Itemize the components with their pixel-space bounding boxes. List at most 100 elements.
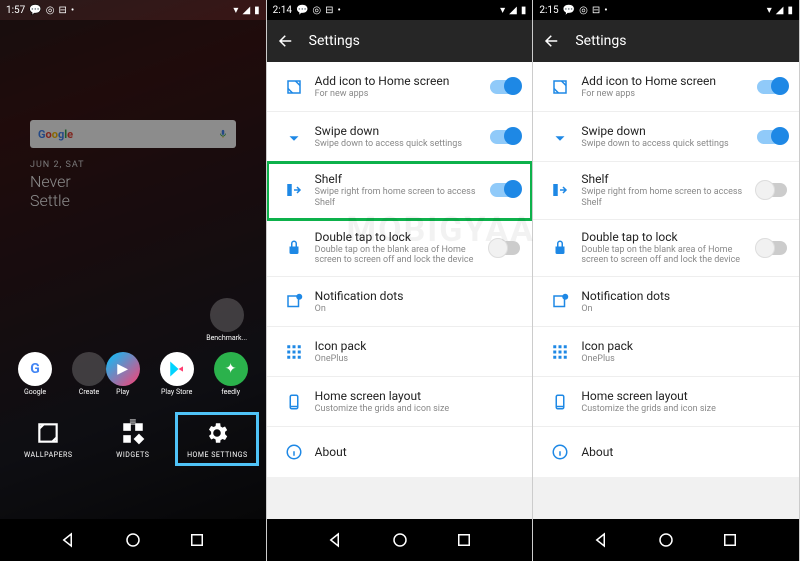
toggle-addicon[interactable] — [490, 80, 520, 94]
toggle-swipedown[interactable] — [490, 130, 520, 144]
signal-icon: ◢ — [776, 5, 784, 16]
nav-home[interactable] — [657, 531, 675, 549]
clock: 1:57 — [6, 5, 25, 16]
wifi-icon: ▾ — [767, 5, 772, 16]
home-settings-button[interactable]: HOME SETTINGS — [182, 419, 252, 459]
addicon-icon — [543, 78, 577, 96]
settings-row-swipedown[interactable]: Swipe downSwipe down to access quick set… — [267, 112, 533, 162]
row-subtitle: For new apps — [315, 89, 491, 100]
settings-row-swipedown[interactable]: Swipe downSwipe down to access quick set… — [533, 112, 799, 162]
settings-row-shelf[interactable]: ShelfSwipe right from home screen to acc… — [267, 162, 533, 220]
about-icon — [543, 443, 577, 461]
signal-icon: ◢ — [509, 5, 517, 16]
nav-home[interactable] — [391, 531, 409, 549]
app-play[interactable]: ▶Play — [102, 352, 144, 396]
row-title: About — [315, 445, 521, 459]
row-subtitle: Swipe right from home screen to access S… — [581, 187, 757, 209]
iconpack-icon — [543, 343, 577, 361]
settings-row-iconpack[interactable]: Icon packOnePlus — [267, 327, 533, 377]
toggle-doubletap[interactable] — [757, 241, 787, 255]
nav-back[interactable] — [60, 531, 78, 549]
row-title: Double tap to lock — [315, 230, 491, 244]
settings-list: Add icon to Home screenFor new appsSwipe… — [533, 62, 799, 477]
row-subtitle: Swipe right from home screen to access S… — [315, 187, 491, 209]
homelayout-icon — [277, 393, 311, 411]
folder-benchmark[interactable]: Benchmark... — [206, 298, 248, 342]
phone-home-screen: 1:57💬◎⊟• ▾◢▮ Google JUN 2, SAT NeverSett… — [0, 0, 267, 561]
app-google[interactable]: GGoogle — [14, 352, 56, 396]
row-title: Shelf — [581, 172, 757, 186]
settings-row-about[interactable]: About — [533, 427, 799, 477]
app-feedly[interactable]: ✦feedly — [210, 352, 252, 396]
settings-row-iconpack[interactable]: Icon packOnePlus — [533, 327, 799, 377]
nav-bar — [533, 519, 799, 561]
nav-recent[interactable] — [455, 531, 473, 549]
settings-title: Settings — [575, 33, 626, 49]
nav-back[interactable] — [593, 531, 611, 549]
row-subtitle: On — [581, 304, 787, 315]
row-subtitle: Customize the grids and icon size — [315, 404, 521, 415]
toggle-shelf[interactable] — [490, 183, 520, 197]
nav-home[interactable] — [124, 531, 142, 549]
back-arrow-icon[interactable] — [277, 32, 295, 50]
swipedown-icon — [277, 128, 311, 146]
nav-bar — [267, 519, 533, 561]
row-subtitle: Swipe down to access quick settings — [315, 139, 491, 150]
row-title: Double tap to lock — [581, 230, 757, 244]
row-subtitle: OnePlus — [315, 354, 521, 365]
settings-row-addicon[interactable]: Add icon to Home screenFor new apps — [267, 62, 533, 112]
nav-recent[interactable] — [188, 531, 206, 549]
settings-row-homelayout[interactable]: Home screen layoutCustomize the grids an… — [533, 377, 799, 427]
row-title: Swipe down — [315, 124, 491, 138]
settings-header: Settings — [533, 20, 799, 62]
clock: 2:14 — [273, 5, 292, 16]
addicon-icon — [277, 78, 311, 96]
widgets-button[interactable]: WIDGETS — [98, 419, 168, 459]
settings-row-about[interactable]: About — [267, 427, 533, 477]
row-subtitle: Swipe down to access quick settings — [581, 139, 757, 150]
settings-row-doubletap[interactable]: Double tap to lockDouble tap on the blan… — [533, 220, 799, 278]
battery-icon: ▮ — [254, 5, 260, 16]
shelf-icon — [543, 181, 577, 199]
settings-row-shelf[interactable]: ShelfSwipe right from home screen to acc… — [533, 162, 799, 220]
row-title: Icon pack — [315, 339, 521, 353]
shelf-icon — [277, 181, 311, 199]
chat-icon: 💬 — [296, 5, 308, 16]
chat-icon: 💬 — [563, 5, 575, 16]
settings-title: Settings — [309, 33, 360, 49]
settings-row-notifdots[interactable]: Notification dotsOn — [267, 277, 533, 327]
about-icon — [277, 443, 311, 461]
settings-row-homelayout[interactable]: Home screen layoutCustomize the grids an… — [267, 377, 533, 427]
row-title: Shelf — [315, 172, 491, 186]
settings-header: Settings — [267, 20, 533, 62]
toggle-shelf[interactable] — [757, 183, 787, 197]
row-subtitle: On — [315, 304, 521, 315]
toggle-doubletap[interactable] — [490, 241, 520, 255]
signal-icon: ◢ — [242, 5, 250, 16]
settings-row-doubletap[interactable]: Double tap to lockDouble tap on the blan… — [267, 220, 533, 278]
iconpack-icon — [277, 343, 311, 361]
settings-row-notifdots[interactable]: Notification dotsOn — [533, 277, 799, 327]
settings-list: Add icon to Home screenFor new appsSwipe… — [267, 62, 533, 477]
row-subtitle: Customize the grids and icon size — [581, 404, 787, 415]
toggle-swipedown[interactable] — [757, 130, 787, 144]
nav-back[interactable] — [327, 531, 345, 549]
row-subtitle: OnePlus — [581, 354, 787, 365]
row-title: About — [581, 445, 787, 459]
notifdots-icon — [543, 293, 577, 311]
chat-icon: 💬 — [29, 5, 41, 16]
row-subtitle: Double tap on the blank area of Home scr… — [315, 245, 491, 267]
camera-icon: ◎ — [46, 5, 55, 16]
nav-recent[interactable] — [721, 531, 739, 549]
more-icon: • — [338, 5, 341, 16]
row-title: Add icon to Home screen — [581, 74, 757, 88]
app-play-store[interactable]: Play Store — [156, 352, 198, 396]
row-title: Icon pack — [581, 339, 787, 353]
toggle-addicon[interactable] — [757, 80, 787, 94]
wallpapers-button[interactable]: WALLPAPERS — [13, 419, 83, 459]
battery-icon: ▮ — [788, 5, 794, 16]
notifdots-icon — [277, 293, 311, 311]
homelayout-icon — [543, 393, 577, 411]
settings-row-addicon[interactable]: Add icon to Home screenFor new apps — [533, 62, 799, 112]
back-arrow-icon[interactable] — [543, 32, 561, 50]
